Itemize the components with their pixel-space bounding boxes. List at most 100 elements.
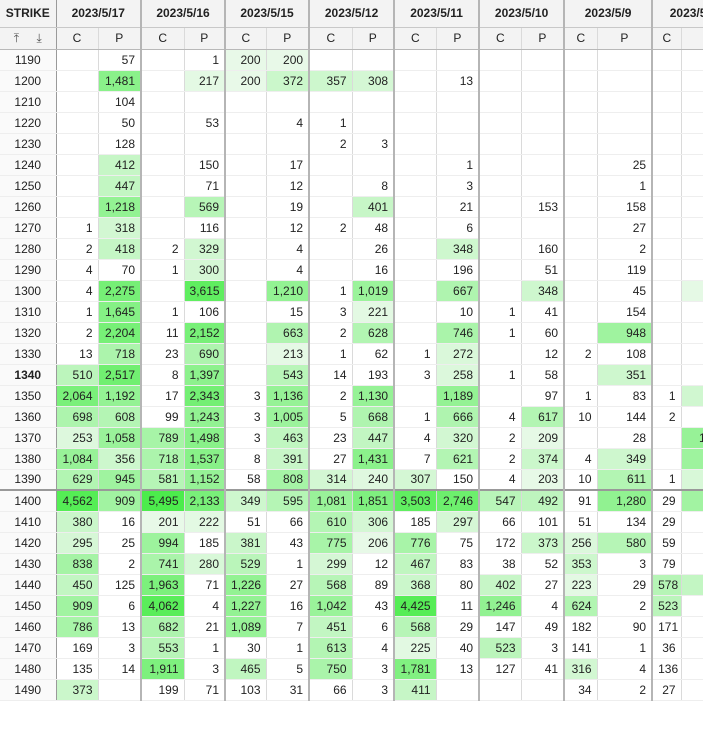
- call-volume-cell: [652, 70, 682, 92]
- put-column-header[interactable]: P: [436, 27, 481, 50]
- put-volume-cell: 442: [681, 574, 703, 596]
- put-volume-cell: 320: [436, 427, 481, 449]
- put-volume-cell: 3: [352, 658, 396, 680]
- put-column-header[interactable]: P: [98, 27, 143, 50]
- put-volume-cell: 209: [521, 427, 566, 449]
- call-volume-cell: [564, 364, 598, 386]
- call-volume-cell: [479, 154, 522, 176]
- call-volume-cell: [652, 49, 682, 71]
- call-volume-cell: [564, 217, 598, 239]
- call-volume-cell: 295: [56, 532, 99, 554]
- call-volume-cell: 581: [141, 469, 185, 491]
- call-column-header[interactable]: C: [225, 27, 267, 50]
- put-volume-cell: 27: [521, 574, 566, 596]
- table-row: 128024182329426348160266: [0, 238, 703, 260]
- put-volume-cell: 447: [98, 175, 143, 197]
- date-header[interactable]: 2023/5/17: [56, 0, 143, 28]
- date-header[interactable]: 2023/5/12: [309, 0, 396, 28]
- put-column-header[interactable]: P: [521, 27, 566, 50]
- put-volume-cell: 106: [184, 301, 227, 323]
- put-column-header[interactable]: P: [352, 27, 396, 50]
- put-volume-cell: 158: [597, 196, 654, 218]
- call-volume-cell: 11: [141, 322, 185, 344]
- call-column-header[interactable]: C: [309, 27, 353, 50]
- date-header[interactable]: 2023/5/15: [225, 0, 311, 28]
- call-volume-cell: 578: [652, 574, 682, 596]
- put-volume-cell: 447: [352, 427, 396, 449]
- put-volume-cell: 6: [98, 595, 143, 617]
- put-volume-cell: 1,189: [436, 385, 481, 407]
- put-column-header[interactable]: P: [266, 27, 311, 50]
- put-volume-cell: [521, 133, 566, 155]
- put-volume-cell: 2: [681, 259, 703, 281]
- put-volume-cell: 412: [98, 154, 143, 176]
- call-volume-cell: 59: [652, 532, 682, 554]
- date-header[interactable]: 2023/5/11: [394, 0, 481, 28]
- put-volume-cell: 75: [436, 532, 481, 554]
- call-volume-cell: [309, 196, 353, 218]
- put-volume-cell: [352, 91, 396, 113]
- put-volume-cell: 3: [436, 175, 481, 197]
- call-volume-cell: 994: [141, 532, 185, 554]
- sort-descending-icon[interactable]: ⤓: [36, 31, 41, 46]
- call-volume-cell: 2,064: [56, 385, 99, 407]
- call-volume-cell: 373: [56, 679, 99, 701]
- call-volume-cell: [309, 154, 353, 176]
- put-volume-cell: 666: [436, 406, 481, 428]
- put-volume-cell: 71: [184, 175, 227, 197]
- date-header[interactable]: 2023/5/16: [141, 0, 227, 28]
- date-header[interactable]: 2023/5/8: [652, 0, 703, 28]
- call-column-header[interactable]: C: [56, 27, 99, 50]
- call-volume-cell: [652, 364, 682, 386]
- put-volume-cell: 57: [98, 49, 143, 71]
- put-volume-cell: 3: [352, 133, 396, 155]
- call-volume-cell: [652, 427, 682, 449]
- call-volume-cell: 381: [225, 532, 267, 554]
- put-volume-cell: 909: [98, 489, 143, 512]
- put-volume-cell: 13: [681, 196, 703, 218]
- put-volume-cell: 595: [266, 489, 311, 512]
- put-column-header[interactable]: P: [681, 27, 703, 50]
- put-volume-cell: 80: [436, 574, 481, 596]
- call-column-header[interactable]: C: [564, 27, 598, 50]
- strike-header[interactable]: STRIKE: [0, 0, 57, 28]
- call-volume-cell: 4,062: [141, 595, 185, 617]
- call-volume-cell: 2: [652, 406, 682, 428]
- put-volume-cell: [521, 91, 566, 113]
- call-volume-cell: [394, 217, 437, 239]
- call-volume-cell: 3: [225, 385, 267, 407]
- call-volume-cell: 51: [225, 511, 267, 533]
- table-row: 1480 135 14 1,911 3 465 5 750 3 1,781 13 127 41 316 4 1…: [0, 658, 703, 680]
- sort-ascending-icon[interactable]: ⤒: [14, 31, 19, 46]
- put-volume-cell: 667: [436, 280, 481, 302]
- call-column-header[interactable]: C: [479, 27, 522, 50]
- call-column-header[interactable]: C: [141, 27, 185, 50]
- put-volume-cell: 372: [266, 70, 311, 92]
- strike-cell: 1300: [0, 280, 57, 302]
- put-volume-cell: 2,517: [98, 364, 143, 386]
- strike-cell: 1360: [0, 406, 57, 428]
- put-volume-cell: 12: [352, 553, 396, 575]
- call-volume-cell: [394, 385, 437, 407]
- call-volume-cell: 698: [56, 406, 99, 428]
- call-volume-cell: [652, 301, 682, 323]
- call-volume-cell: 1: [479, 301, 522, 323]
- call-column-header[interactable]: C: [394, 27, 437, 50]
- put-volume-cell: [436, 91, 481, 113]
- put-volume-cell: 1: [597, 175, 654, 197]
- call-volume-cell: 776: [394, 532, 437, 554]
- put-volume-cell: 3,615: [184, 280, 227, 302]
- date-header[interactable]: 2023/5/10: [479, 0, 566, 28]
- put-volume-cell: 2,275: [98, 280, 143, 302]
- table-row: 1490373 1997110331663411 342271: [0, 679, 703, 701]
- strike-cell: 1310: [0, 301, 57, 323]
- put-volume-cell: 13: [436, 658, 481, 680]
- call-column-header[interactable]: C: [652, 27, 682, 50]
- put-column-header[interactable]: P: [597, 27, 654, 50]
- call-volume-cell: [479, 112, 522, 134]
- date-header[interactable]: 2023/5/9: [564, 0, 654, 28]
- strike-cell: 1200: [0, 70, 57, 92]
- put-volume-cell: 374: [521, 448, 566, 470]
- put-column-header[interactable]: P: [184, 27, 227, 50]
- put-volume-cell: 89: [352, 574, 396, 596]
